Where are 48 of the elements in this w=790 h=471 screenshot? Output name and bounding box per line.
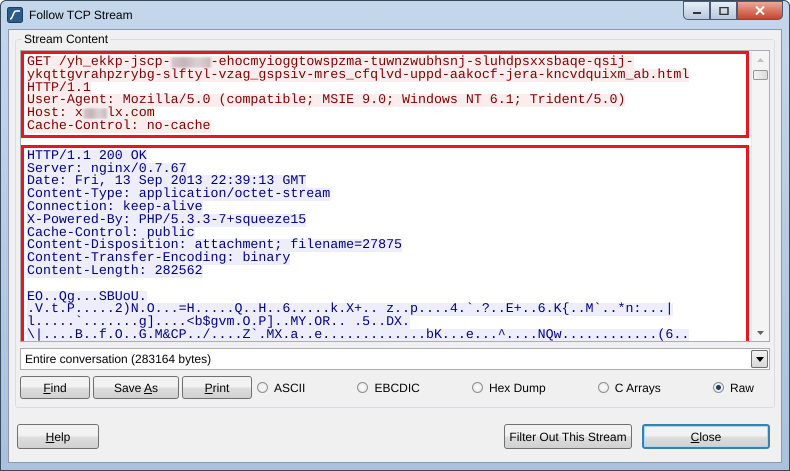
close-icon[interactable] — [755, 6, 765, 15]
format-radio[interactable]: ASCII — [257, 380, 306, 394]
stream-text: Cache-Control: no-cache — [27, 120, 211, 133]
stream-text: ykqttgvrahpzrybg-slftyl-vzag_gspsiv-mres_cfqlvd-uppd-aakocf-jera-kncvdquixm_ab.html — [27, 68, 690, 82]
format-radio[interactable]: Hex Dump — [472, 380, 546, 394]
dialog-button[interactable]: Filter Out This Stream — [504, 424, 632, 449]
group-label: Stream Content — [22, 32, 110, 46]
stream-text: EO..Qg...SBUoU. — [27, 290, 147, 304]
stream-text: -ehocmyioggtowspzma-tuwnzwubhsnj-sluhdpsxxsbaqe-qsij- — [210, 56, 634, 69]
stream-text: X-Powered-By: PHP/5.3.3-7+squeeze15 — [27, 214, 306, 227]
dialog-button[interactable]: Close — [642, 424, 770, 449]
stream-text: .V.t.P.....2)N.O...=H.....Q..H..6.....k.X+.. z..p....4.`.?..E+..6.K{..M`..*n:...| — [27, 303, 674, 316]
format-radio[interactable]: Raw — [712, 380, 754, 394]
stream-text: Connection: keep-alive — [27, 200, 203, 214]
stream-text: lx.com — [106, 107, 155, 120]
stream-text: l.....`.......g]....<b$gvm.O.P]..MY.OR.. .5..DX. — [27, 316, 410, 329]
action-button[interactable]: Save As — [93, 376, 179, 399]
scrollbar[interactable] — [751, 51, 769, 341]
action-button[interactable]: Find — [20, 376, 90, 399]
dropdown-arrow-icon[interactable] — [756, 356, 764, 362]
stream-text: Host: x — [27, 107, 83, 120]
stream-text: Content-Disposition: attachment; filename=27875 — [27, 239, 402, 252]
stream-text: Content-Transfer-Encoding: binary — [27, 252, 290, 265]
maximize-button[interactable] — [710, 1, 737, 20]
format-radio[interactable]: C Arrays — [598, 380, 661, 394]
stream-text: User-Agent: Mozilla/5.0 (compatible; MSIE 9.0; Windows NT 6.1; Trident/5.0) — [27, 94, 626, 108]
scroll-down-icon[interactable] — [757, 330, 764, 334]
stream-text: Content-Type: application/octet-stream — [27, 188, 330, 201]
stream-text: Date: Fri, 13 Sep 2013 22:39:13 GMT — [27, 175, 306, 188]
maximize-icon[interactable] — [718, 6, 728, 14]
stream-text: \|....B..f.O..G.M&CP../....Z`.MX.a..e.............bK...e...^....NQw............(6.. — [27, 328, 690, 341]
stream-text: HTTP/1.1 200 OK — [27, 150, 147, 163]
close-button[interactable] — [737, 1, 783, 20]
stream-text: Server: nginx/0.7.67 — [27, 162, 187, 176]
redaction-blur — [170, 57, 211, 68]
app-icon — [7, 7, 23, 23]
format-radio[interactable]: EBCDIC — [357, 380, 420, 394]
help-button[interactable]: Help — [17, 424, 99, 449]
stream-text: Cache-Control: public — [27, 226, 195, 240]
stream-text: Content-Length: 282562 — [27, 264, 203, 278]
conversation-dropdown[interactable]: Entire conversation (283164 bytes) — [20, 348, 770, 370]
stream-text: HTTP/1.1 — [27, 82, 91, 94]
stream-text: GET /yh_ekkp-jscp- — [27, 56, 171, 69]
scroll-thumb[interactable] — [753, 70, 768, 80]
action-button[interactable]: Print — [182, 376, 252, 399]
minimize-button[interactable] — [683, 1, 710, 20]
redaction-blur — [82, 108, 107, 120]
window-title: Follow TCP Stream — [29, 8, 134, 22]
